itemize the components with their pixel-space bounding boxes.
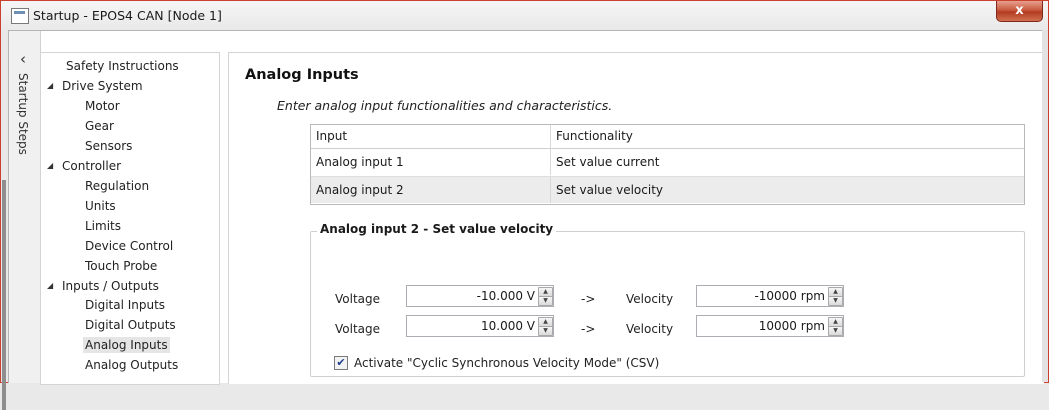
tree-item-analog-inputs[interactable]: Analog Inputs [83, 337, 170, 353]
group-title: Analog input 2 - Set value velocity [317, 222, 557, 236]
spin-down-icon[interactable]: ▼ [828, 326, 843, 336]
table-row[interactable]: Analog input 2 Set value velocity [311, 176, 1024, 203]
spin-buttons: ▲ ▼ [538, 317, 553, 336]
voltage-1-spinbox[interactable]: -10.000 V ▲ ▼ [406, 285, 554, 307]
checkmark-icon: ✔ [336, 356, 346, 369]
main-panel: Analog Inputs Enter analog input functio… [228, 52, 1044, 384]
window-frame: Startup - EPOS4 CAN [Node 1] x ‹ Startup… [0, 0, 1049, 410]
close-icon: x [1015, 3, 1024, 18]
left-scrollbar[interactable] [1, 30, 8, 410]
tree-item-drive-system[interactable]: Drive System [62, 79, 143, 93]
cell-functionality: Set value current [556, 155, 660, 169]
table-row[interactable]: Analog input 1 Set value current [311, 149, 1024, 175]
tree-item-motor[interactable]: Motor [85, 99, 120, 113]
chevron-left-icon[interactable]: ‹ [20, 50, 26, 68]
tree-item-analog-outputs[interactable]: Analog Outputs [85, 358, 178, 372]
tree-item-touch-probe[interactable]: Touch Probe [85, 259, 157, 273]
tree-item-regulation[interactable]: Regulation [85, 179, 149, 193]
page-title: Analog Inputs [245, 67, 359, 83]
close-button[interactable]: x [996, 1, 1043, 22]
client-area: ‹ Startup Steps Safety Instructions ◢ Dr… [8, 30, 1044, 385]
tree-item-controller[interactable]: Controller [62, 159, 121, 173]
left-scrollbar-thumb[interactable] [2, 180, 6, 410]
tree-item-sensors[interactable]: Sensors [85, 139, 132, 153]
spin-buttons: ▲ ▼ [828, 287, 843, 306]
voltage-2-value: 10.000 V [480, 319, 535, 333]
velocity-label: Velocity [626, 322, 674, 336]
expanded-triangle-icon[interactable]: ◢ [47, 161, 53, 170]
velocity-1-spinbox[interactable]: -10000 rpm ▲ ▼ [696, 285, 844, 307]
arrow-label: -> [581, 292, 596, 306]
velocity-2-spinbox[interactable]: 10000 rpm ▲ ▼ [696, 315, 844, 337]
tree-item-inputs-outputs[interactable]: Inputs / Outputs [62, 279, 159, 293]
velocity-1-value: -10000 rpm [754, 289, 825, 303]
tree-item-gear[interactable]: Gear [85, 119, 114, 133]
tree-item-device-control[interactable]: Device Control [85, 239, 173, 253]
spin-down-icon[interactable]: ▼ [828, 296, 843, 306]
table-header: Input Functionality [311, 125, 1024, 149]
column-header-input[interactable]: Input [311, 125, 551, 148]
spin-buttons: ▲ ▼ [538, 287, 553, 306]
spin-down-icon[interactable]: ▼ [538, 326, 553, 336]
expanded-triangle-icon[interactable]: ◢ [47, 81, 53, 90]
csv-mode-checkbox[interactable]: ✔ [334, 356, 348, 370]
velocity-2-value: 10000 rpm [758, 319, 825, 333]
column-header-functionality[interactable]: Functionality [551, 125, 1024, 148]
tree-item-units[interactable]: Units [85, 199, 116, 213]
page-subtitle: Enter analog input functionalities and c… [277, 98, 613, 113]
tree-item-safety-instructions[interactable]: Safety Instructions [66, 59, 179, 73]
velocity-label: Velocity [626, 292, 674, 306]
voltage-1-value: -10.000 V [476, 289, 535, 303]
voltage-label: Voltage [335, 322, 381, 336]
voltage-2-spinbox[interactable]: 10.000 V ▲ ▼ [406, 315, 554, 337]
arrow-label: -> [581, 322, 596, 336]
cell-input: Analog input 1 [311, 149, 551, 175]
spin-down-icon[interactable]: ▼ [538, 296, 553, 306]
tree-item-digital-inputs[interactable]: Digital Inputs [85, 298, 165, 312]
analog-inputs-table: Input Functionality Analog input 1 Set v… [310, 124, 1025, 205]
title-bar: Startup - EPOS4 CAN [Node 1] x [1, 1, 1048, 30]
cell-functionality: Set value velocity [556, 183, 664, 197]
right-scrollbar[interactable] [1042, 30, 1048, 382]
startup-steps-tab[interactable]: ‹ Startup Steps [9, 31, 41, 383]
spin-buttons: ▲ ▼ [828, 317, 843, 336]
app-window-icon [11, 8, 29, 24]
voltage-label: Voltage [335, 292, 381, 306]
csv-mode-label[interactable]: Activate "Cyclic Synchronous Velocity Mo… [354, 356, 659, 370]
window-title: Startup - EPOS4 CAN [Node 1] [33, 8, 222, 23]
expanded-triangle-icon[interactable]: ◢ [47, 281, 53, 290]
tree-item-limits[interactable]: Limits [85, 219, 121, 233]
cell-input: Analog input 2 [311, 177, 551, 203]
tree-item-digital-outputs[interactable]: Digital Outputs [85, 318, 176, 332]
startup-steps-label: Startup Steps [16, 73, 30, 155]
startup-steps-tree: Safety Instructions ◢ Drive System Motor… [40, 52, 220, 385]
